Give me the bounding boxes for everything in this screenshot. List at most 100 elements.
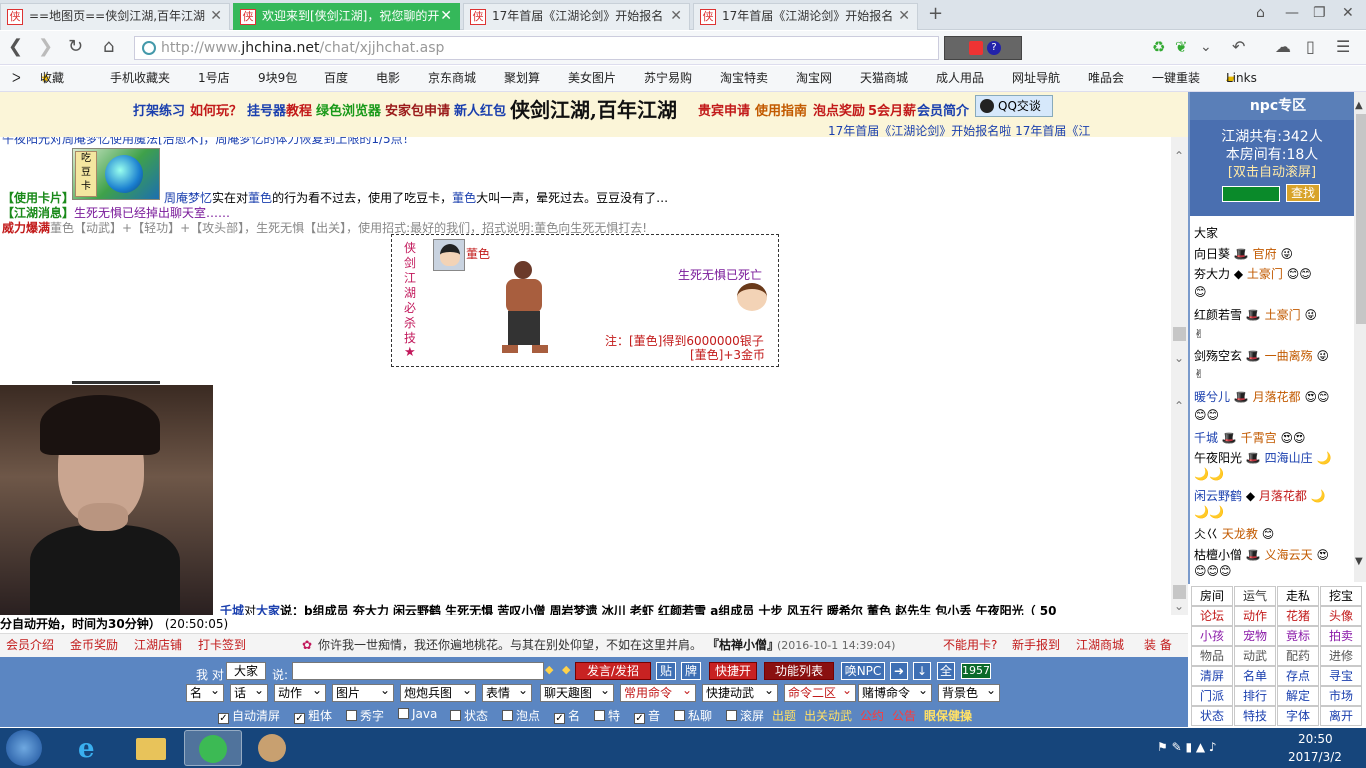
url-input[interactable]: http://www.jhchina.net/chat/xjjhchat.asp	[134, 36, 939, 60]
announce-link[interactable]: 金币奖励	[70, 634, 118, 657]
qq-chat-button[interactable]: QQ交谈	[975, 95, 1053, 117]
cmd-button[interactable]: 状态	[1191, 706, 1233, 726]
back-icon[interactable]: ❮	[8, 37, 23, 57]
start-icon[interactable]	[6, 730, 42, 766]
scroll-thumb[interactable]	[1173, 585, 1186, 599]
folder-icon[interactable]	[122, 730, 180, 766]
bookmark-item[interactable]: 京东商城	[428, 66, 476, 90]
leaf-icon[interactable]: ❦	[1175, 37, 1188, 57]
cmd-button[interactable]: 特技	[1234, 706, 1276, 726]
close-icon[interactable]: ✕	[898, 4, 910, 28]
cmd-button[interactable]: 挖宝	[1320, 586, 1362, 606]
nav-link[interactable]: 贵宾申请	[698, 100, 750, 119]
search-button[interactable]: 查找	[1286, 184, 1320, 202]
checkbox-status[interactable]: 状态	[450, 707, 488, 724]
tab-2[interactable]: 侠 欢迎来到[侠剑江湖]，祝您聊的开 ✕	[233, 3, 460, 30]
all-button[interactable]: 全	[937, 662, 955, 680]
announce-link[interactable]: 会员介绍	[6, 634, 54, 657]
cmd-button[interactable]: 房间	[1191, 586, 1233, 606]
bookmark-item[interactable]: 一键重装	[1152, 66, 1200, 90]
announce-link[interactable]: 江湖店铺	[134, 634, 182, 657]
call-npc-button[interactable]: 唤NPC	[841, 662, 885, 680]
cmd-button[interactable]: 字体	[1277, 706, 1319, 726]
scroll-down-icon[interactable]: ⌄	[1174, 351, 1184, 365]
browser-icon[interactable]	[184, 730, 242, 766]
user-item[interactable]: 大家	[1194, 224, 1218, 241]
fight-link[interactable]: 出关动武	[804, 707, 852, 724]
eye-exercise-link[interactable]: 眼保健操	[924, 707, 972, 724]
arrow-icon[interactable]: ◆	[545, 663, 553, 676]
new-tab-icon[interactable]: +	[928, 3, 943, 24]
nav-link[interactable]: 新人红包	[454, 100, 506, 119]
checkbox-show-text[interactable]: 秀字	[346, 707, 384, 724]
checkbox-name[interactable]: ✓ 名	[554, 707, 580, 724]
notice-link[interactable]: 公告	[892, 707, 916, 724]
cmd-button[interactable]: 走私	[1277, 586, 1319, 606]
undo-icon[interactable]: ↶	[1232, 37, 1245, 57]
nav-link[interactable]: 绿色浏览器	[316, 100, 381, 119]
select-fun-image[interactable]: 聊天趣图	[540, 684, 614, 702]
user-item[interactable]: 仌巜 天龙教 😊	[1194, 525, 1274, 542]
checkbox-auto-clear[interactable]: ✓ 自动清屏	[218, 707, 280, 724]
scroll-thumb[interactable]	[1173, 327, 1186, 341]
tab-1[interactable]: 侠 ==地图页==侠剑江湖,百年江湖 ✕	[0, 3, 230, 30]
quiz-link[interactable]: 出题	[772, 707, 796, 724]
bookmark-item[interactable]: 唯品会	[1088, 66, 1124, 90]
nav-link[interactable]: 泡点奖励	[813, 100, 865, 119]
cmd-button[interactable]: 名单	[1234, 666, 1276, 686]
bookmark-item[interactable]: 成人用品	[936, 66, 984, 90]
sidebar-toggle-icon[interactable]: ᐳ	[12, 66, 21, 90]
user-item[interactable]: 向日葵 🎩 官府 😜	[1194, 245, 1293, 262]
search-input[interactable]	[1222, 186, 1280, 202]
checkbox-bubble[interactable]: 泡点	[502, 707, 540, 724]
send-button[interactable]: 发言/发招	[575, 662, 651, 680]
checkbox-java[interactable]: Java	[398, 707, 437, 721]
announce-link[interactable]: 打卡签到	[198, 634, 246, 657]
cmd-button[interactable]: 排行	[1234, 686, 1276, 706]
cmd-button[interactable]: 配药	[1277, 646, 1319, 666]
plugin-icon[interactable]	[969, 41, 983, 55]
select-action[interactable]: 动作	[274, 684, 326, 702]
bookmark-panel-icon[interactable]: ▯	[1306, 37, 1315, 57]
select-quick-fight[interactable]: 快捷动武	[702, 684, 778, 702]
target-field[interactable]: 大家	[226, 662, 266, 680]
nav-link[interactable]: 教程	[286, 100, 312, 119]
bookmark-item[interactable]: 百度	[324, 66, 348, 90]
cmd-button[interactable]: 动作	[1234, 606, 1276, 626]
arrow-down-icon[interactable]: ↓	[913, 662, 931, 680]
select-cannon[interactable]: 炮炮兵图	[400, 684, 476, 702]
tab-3[interactable]: 侠 17年首届《江湖论剑》开始报名 ✕	[463, 3, 690, 30]
nav-link[interactable]: 如何玩？	[190, 100, 242, 119]
nav-link[interactable]: 5会月薪	[868, 100, 916, 119]
cmd-button[interactable]: 清屏	[1191, 666, 1233, 686]
card-button[interactable]: 牌	[681, 662, 701, 680]
autoscroll-link[interactable]: [双击自动滚屏]	[1190, 164, 1354, 182]
shirt-icon[interactable]: ⌂	[1256, 5, 1265, 21]
cmd-button[interactable]: 门派	[1191, 686, 1233, 706]
tab-4[interactable]: 侠 17年首届《江湖论剑》开始报名 ✕	[693, 3, 918, 30]
scroll-thumb[interactable]	[1356, 114, 1366, 324]
cmd-button[interactable]: 头像	[1320, 606, 1362, 626]
close-icon[interactable]: ✕	[670, 4, 682, 28]
nav-link[interactable]: 安家包申请	[385, 100, 450, 119]
select-common-cmd[interactable]: 常用命令	[620, 684, 696, 702]
announce-link[interactable]: 江湖商城	[1076, 634, 1124, 657]
reload-icon[interactable]: ↻	[68, 37, 83, 57]
checkbox-bold[interactable]: ✓ 粗体	[294, 707, 332, 724]
cmd-button[interactable]: 离开	[1320, 706, 1362, 726]
select-name[interactable]: 名	[186, 684, 224, 702]
recycle-icon[interactable]: ♻	[1152, 37, 1165, 57]
bookmark-item[interactable]: 1号店	[198, 66, 230, 90]
user-item[interactable]: 剑殇空玄 🎩 一曲离殇 😜	[1194, 347, 1329, 364]
nav-link[interactable]: 挂号器	[247, 100, 286, 119]
checkbox-special[interactable]: 特	[594, 707, 620, 724]
paste-button[interactable]: 贴	[656, 662, 676, 680]
user-item[interactable]: 午夜阳光 🎩 四海山庄 🌙	[1194, 449, 1331, 466]
cmd-button[interactable]: 动武	[1234, 646, 1276, 666]
announce-link[interactable]: 新手报到	[1012, 634, 1060, 657]
nav-link[interactable]: 打架练习	[133, 100, 185, 119]
cmd-button[interactable]: 进修	[1320, 646, 1362, 666]
forward-icon[interactable]: ❯	[38, 37, 53, 57]
cmd-button[interactable]: 解定	[1277, 686, 1319, 706]
arrow-right-icon[interactable]: ➜	[890, 662, 908, 680]
